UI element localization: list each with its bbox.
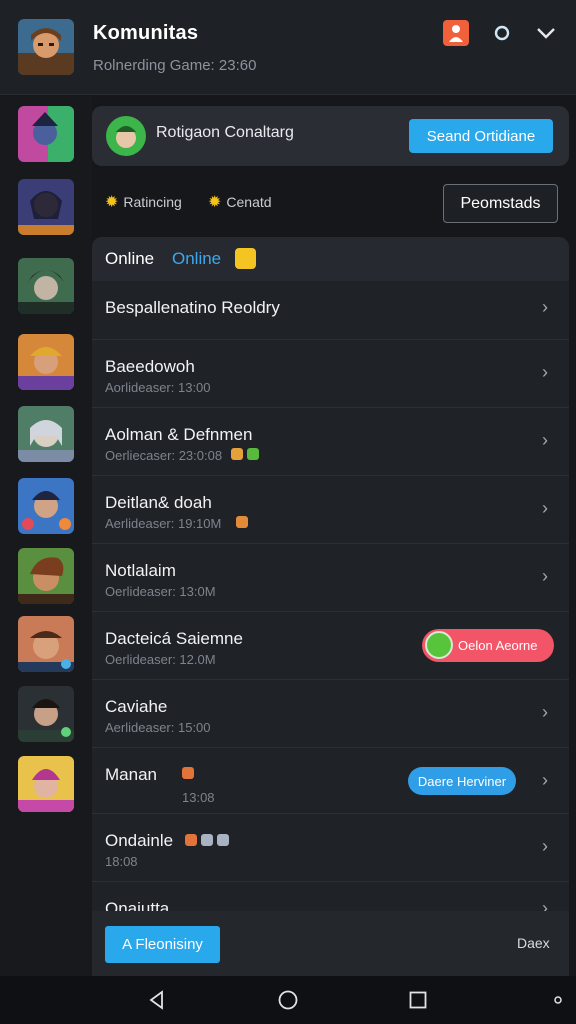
list-item-name: Dacteicá Saiemne (105, 629, 243, 648)
star-icon: ✹ (105, 194, 119, 211)
sidebar-avatar[interactable] (18, 478, 74, 534)
list-item-meta: 13:08 (182, 790, 215, 805)
list-item-meta: Oerlideaser: 13:0M (105, 584, 216, 599)
list-item[interactable]: Bespallenatino Reoldry › (92, 281, 569, 340)
filter-label: Ratincing (123, 194, 182, 210)
search-icon[interactable] (489, 20, 515, 46)
filter-button[interactable]: Peomstads (443, 184, 558, 223)
list-item[interactable]: Caviahe Aerlideaser: 15:00 › (92, 680, 569, 748)
smile-icon (235, 248, 256, 269)
chevron-right-icon: › (542, 297, 548, 317)
sidebar-avatar[interactable] (18, 756, 74, 812)
profile-icon[interactable] (443, 20, 469, 46)
chevron-down-icon[interactable] (533, 20, 559, 46)
list-item-name: Manan (105, 765, 157, 784)
sidebar-avatar[interactable] (18, 106, 74, 162)
sidebar-avatar[interactable] (18, 406, 74, 462)
list-item[interactable]: Ondainle 18:08 › (92, 814, 569, 882)
badge-icon (201, 834, 213, 846)
sidebar-avatar[interactable] (18, 334, 74, 390)
filter-cenatd[interactable]: ✹ Cenatd (208, 192, 272, 212)
badge-icon (185, 834, 197, 846)
banner-text: Rotigaon Conaltarg (156, 124, 294, 141)
badge-icon (231, 448, 243, 460)
list-item-meta: Aerlideaser: 19:10M (105, 516, 222, 531)
banner-action-button[interactable]: Seand Ortidiane (409, 119, 553, 153)
status-label: Oelon Aeorne (458, 638, 538, 653)
primary-action-button[interactable]: A Fleonisiny (105, 926, 220, 963)
chevron-right-icon: › (542, 430, 548, 450)
chevron-right-icon: › (542, 702, 548, 722)
list-item-name: Bespallenatino Reoldry (105, 298, 280, 317)
sidebar-avatar[interactable] (18, 686, 74, 742)
recents-icon[interactable] (406, 988, 430, 1012)
status-banner: Rotigaon Conaltarg Seand Ortidiane (92, 106, 569, 166)
list-item-name: Caviahe (105, 697, 168, 716)
chevron-right-icon: › (542, 770, 548, 790)
list-header-accent: Online (172, 249, 222, 268)
list-item-name: Ondainle (105, 831, 174, 850)
home-icon[interactable] (276, 988, 300, 1012)
app-header: Komunitas Rolnerding Game: 23:60 (0, 0, 576, 95)
list-item-meta: 18:08 (105, 854, 138, 869)
back-icon[interactable] (145, 988, 169, 1012)
list-item-name: Baeedowoh (105, 357, 195, 376)
chevron-right-icon: › (542, 566, 548, 586)
list-item-meta: Aerlideaser: 15:00 (105, 720, 211, 735)
page-title: Komunitas (93, 22, 199, 44)
list-item-meta: Aorlideaser: 13:00 (105, 380, 211, 395)
community-avatar[interactable] (18, 19, 74, 75)
sidebar-avatar[interactable] (18, 548, 74, 604)
system-nav-bar (0, 976, 576, 1024)
status-pill-button[interactable]: Daere Herviner (408, 767, 516, 795)
list-item[interactable]: Manan 13:08 Daere Herviner › (92, 748, 569, 814)
sidebar-avatar[interactable] (18, 179, 74, 235)
star-icon: ✹ (208, 194, 222, 211)
badge-icon (247, 448, 259, 460)
list-item[interactable]: Notlalaim Oerlideaser: 13:0M › (92, 544, 569, 612)
status-dot-icon (550, 988, 566, 1012)
chevron-right-icon: › (542, 362, 548, 382)
sidebar-avatar[interactable] (18, 258, 74, 314)
chevron-right-icon: › (542, 836, 548, 856)
online-status-button[interactable]: Oelon Aeorne (422, 629, 554, 662)
sidebar (0, 96, 92, 976)
page-subtitle: Rolnerding Game: 23:60 (93, 57, 257, 74)
list-item[interactable]: Dacteicá Saiemne Oerlideaser: 12.0M Oelo… (92, 612, 569, 680)
list-item-meta: Oerliecaser: 23:0:08 (105, 448, 223, 463)
badge-icon (182, 767, 194, 779)
list-item[interactable]: Baeedowoh Aorlideaser: 13:00 › (92, 340, 569, 408)
list-item[interactable]: Deitlan& doah Aerlideaser: 19:10M › (92, 476, 569, 544)
filter-label: Cenatd (226, 194, 272, 210)
community-icon (106, 116, 146, 156)
list-header: Online Online (92, 237, 569, 281)
user-status-icon (425, 631, 453, 659)
secondary-action-link[interactable]: Daex (517, 935, 550, 951)
badge-icon (217, 834, 229, 846)
bottom-action-bar: A Fleonisiny Daex (92, 911, 569, 976)
friend-list: Online Online Bespallenatino Reoldry › B… (92, 237, 569, 976)
list-item-name: Notlalaim (105, 561, 176, 580)
main-content: Rotigaon Conaltarg Seand Ortidiane ✹ Rat… (92, 96, 576, 976)
filter-ratincing[interactable]: ✹ Ratincing (105, 192, 182, 212)
badge-icon (236, 516, 248, 528)
chevron-right-icon: › (542, 498, 548, 518)
list-item-name: Deitlan& doah (105, 493, 212, 512)
list-header-label: Online (105, 249, 155, 268)
list-item[interactable]: Aolman & Defnmen Oerliecaser: 23:0:08 › (92, 408, 569, 476)
sidebar-avatar[interactable] (18, 616, 74, 672)
list-item-meta: Oerlideaser: 12.0M (105, 652, 216, 667)
list-item-name: Aolman & Defnmen (105, 425, 253, 444)
